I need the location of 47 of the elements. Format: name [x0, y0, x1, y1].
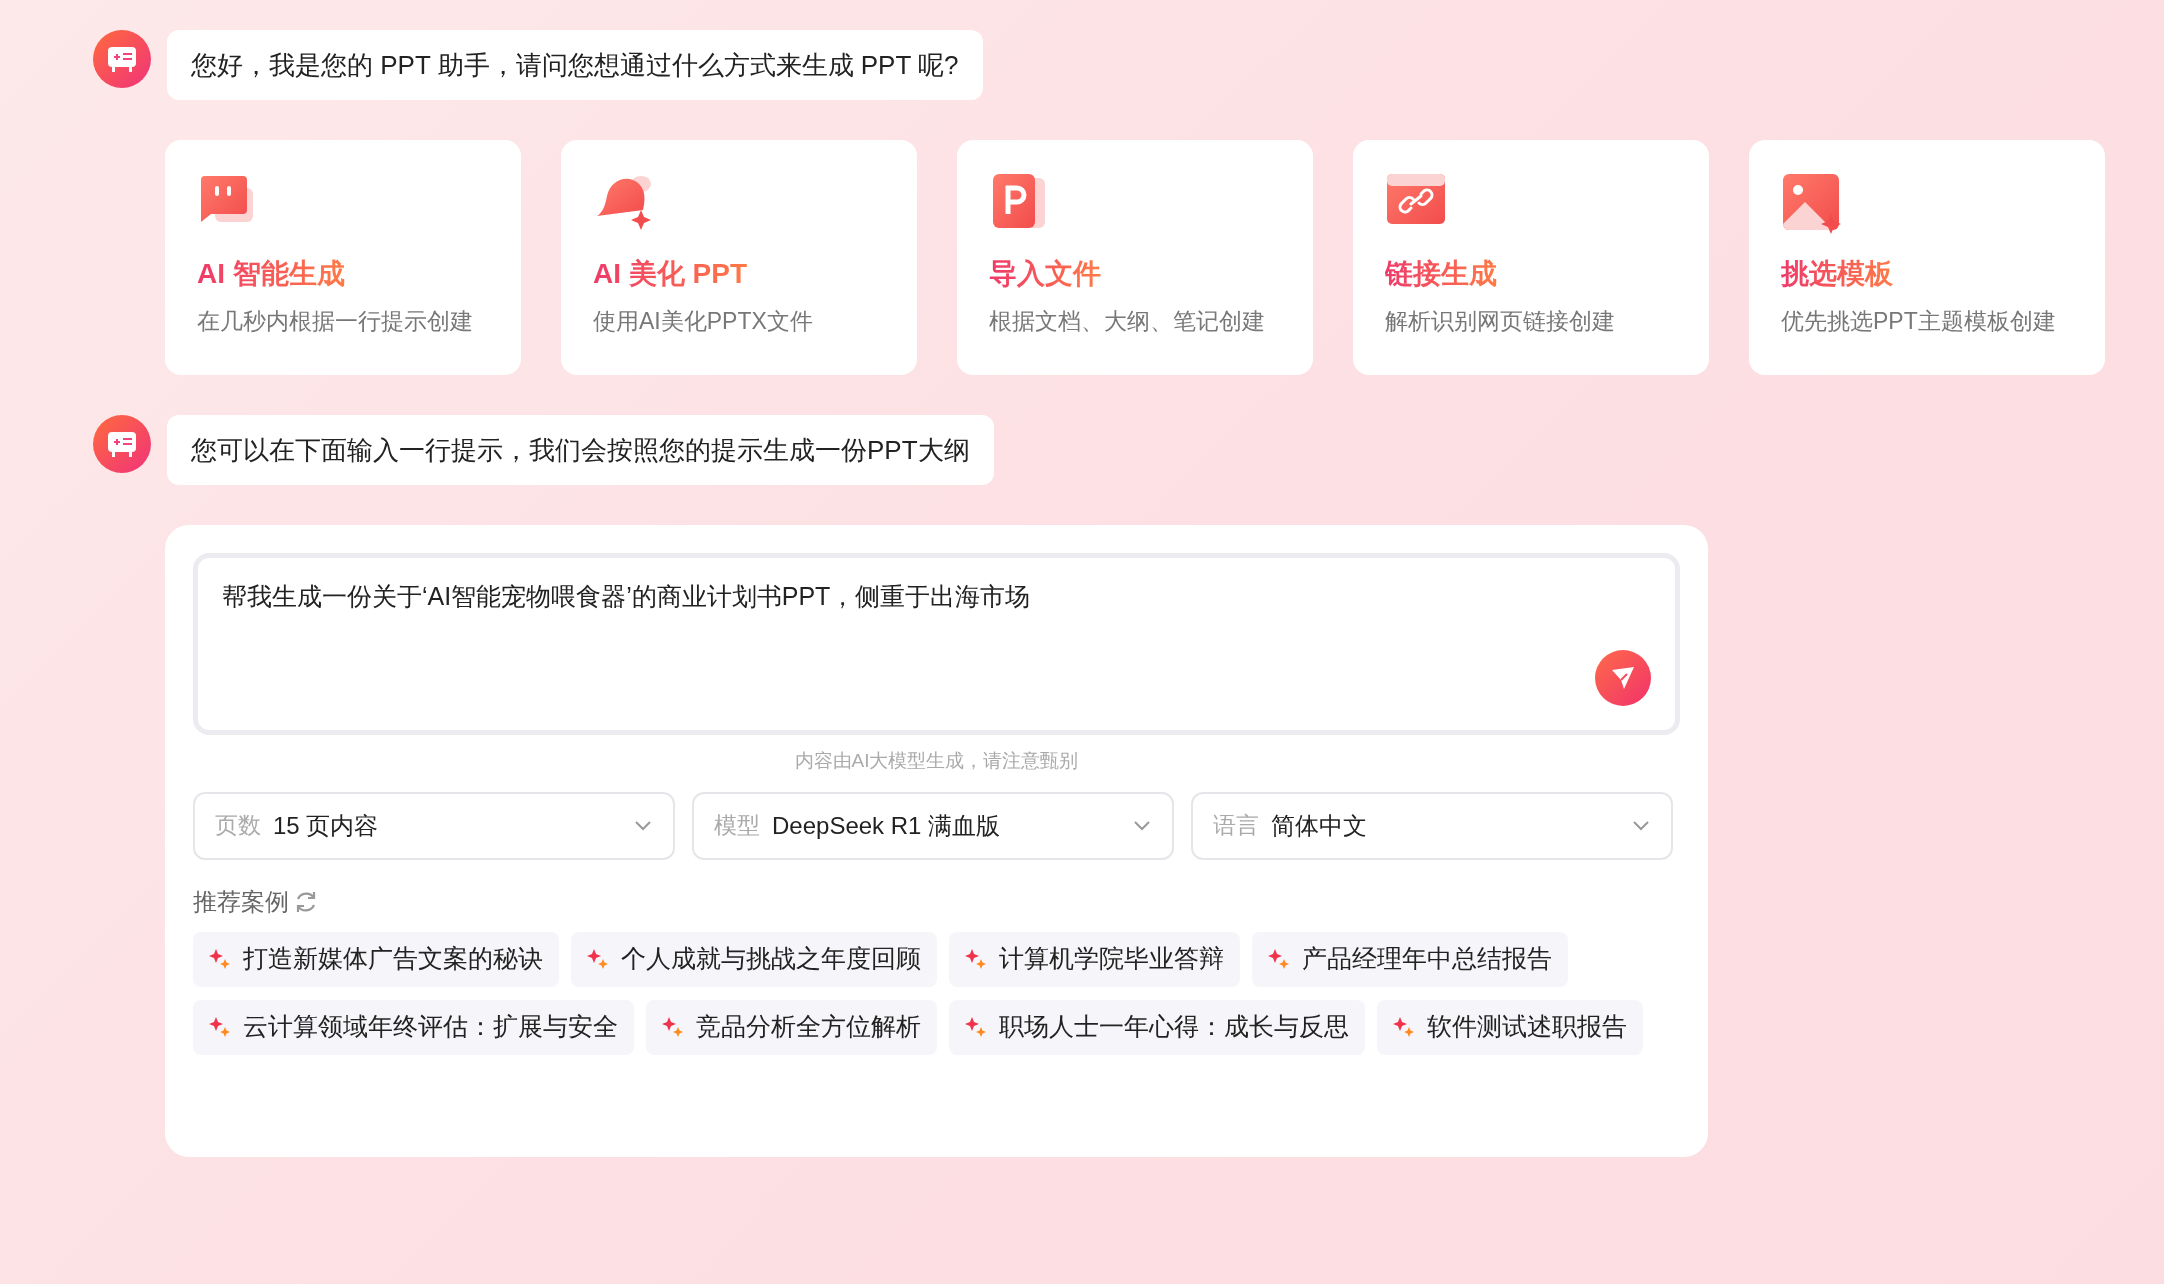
example-chip[interactable]: 竞品分析全方位解析 — [646, 999, 937, 1055]
link-window-icon — [1385, 172, 1447, 226]
chevron-down-icon — [633, 819, 653, 832]
sparkle-icon — [587, 948, 609, 970]
select-value: 简体中文 — [1271, 810, 1368, 841]
card-description: 解析识别网页链接创建 — [1385, 307, 1616, 336]
sparkle-icon — [209, 948, 231, 970]
assistant-avatar-icon — [93, 30, 151, 88]
example-chip[interactable]: 产品经理年中总结报告 — [1252, 931, 1568, 987]
example-chip[interactable]: 云计算领域年终评估：扩展与安全 — [193, 999, 634, 1055]
message-bubble: 您好，我是您的 PPT 助手，请问您想通过什么方式来生成 PPT 呢? — [167, 30, 983, 100]
mode-card[interactable]: AI 美化 PPT 使用AI美化PPTX文件 — [561, 140, 917, 375]
mode-card[interactable]: 导入文件 根据文档、大纲、笔记创建 — [957, 140, 1313, 375]
select-label: 语言 — [1213, 811, 1259, 841]
card-description: 使用AI美化PPTX文件 — [593, 307, 814, 336]
section-title: 推荐案例 — [193, 886, 289, 917]
disclaimer-text: 内容由AI大模型生成，请注意甄别 — [793, 749, 1080, 773]
mode-card[interactable]: AI 智能生成 在几秒内根据一行提示创建 — [165, 140, 521, 375]
dropdown-select[interactable]: 页数 15 页内容 — [193, 791, 675, 860]
example-chip[interactable]: 职场人士一年心得：成长与反思 — [949, 999, 1365, 1055]
select-value: DeepSeek R1 满血版 — [772, 810, 1002, 841]
select-label: 页数 — [215, 811, 261, 841]
sparkle-icon — [965, 1016, 987, 1038]
send-button[interactable] — [1595, 650, 1651, 706]
sparkle-icon — [1393, 1016, 1415, 1038]
select-label: 模型 — [714, 811, 760, 841]
dropdown-select[interactable]: 模型 DeepSeek R1 满血版 — [692, 791, 1174, 860]
mode-card[interactable]: 挑选模板 优先挑选PPT主题模板创建 — [1749, 140, 2105, 375]
chevron-down-icon — [1132, 819, 1152, 832]
dropdown-select[interactable]: 语言 简体中文 — [1191, 791, 1673, 860]
card-description: 根据文档、大纲、笔记创建 — [989, 307, 1266, 336]
example-chip[interactable]: 计算机学院毕业答辩 — [949, 931, 1240, 987]
prompt-field[interactable]: 帮我生成一份关于‘AI智能宠物喂食器’的商业计划书PPT，侧重于出海市场 — [193, 553, 1680, 735]
example-chip[interactable]: 软件测试述职报告 — [1377, 999, 1643, 1055]
assistant-avatar-icon — [93, 415, 151, 473]
sparkle-icon — [965, 948, 987, 970]
sparkle-icon — [662, 1016, 684, 1038]
mode-card[interactable]: 链接生成 解析识别网页链接创建 — [1353, 140, 1709, 375]
example-chip[interactable]: 个人成就与挑战之年度回顾 — [571, 931, 937, 987]
select-value: 15 页内容 — [273, 810, 380, 841]
chevron-down-icon — [1631, 819, 1651, 832]
card-description: 在几秒内根据一行提示创建 — [197, 307, 474, 336]
card-description: 优先挑选PPT主题模板创建 — [1781, 307, 2057, 336]
sparkle-icon — [209, 1016, 231, 1038]
message-bubble: 您可以在下面输入一行提示，我们会按照您的提示生成一份PPT大纲 — [167, 415, 994, 485]
sparkle-icon — [1268, 948, 1290, 970]
example-chip[interactable]: 打造新媒体广告文案的秘诀 — [193, 931, 559, 987]
